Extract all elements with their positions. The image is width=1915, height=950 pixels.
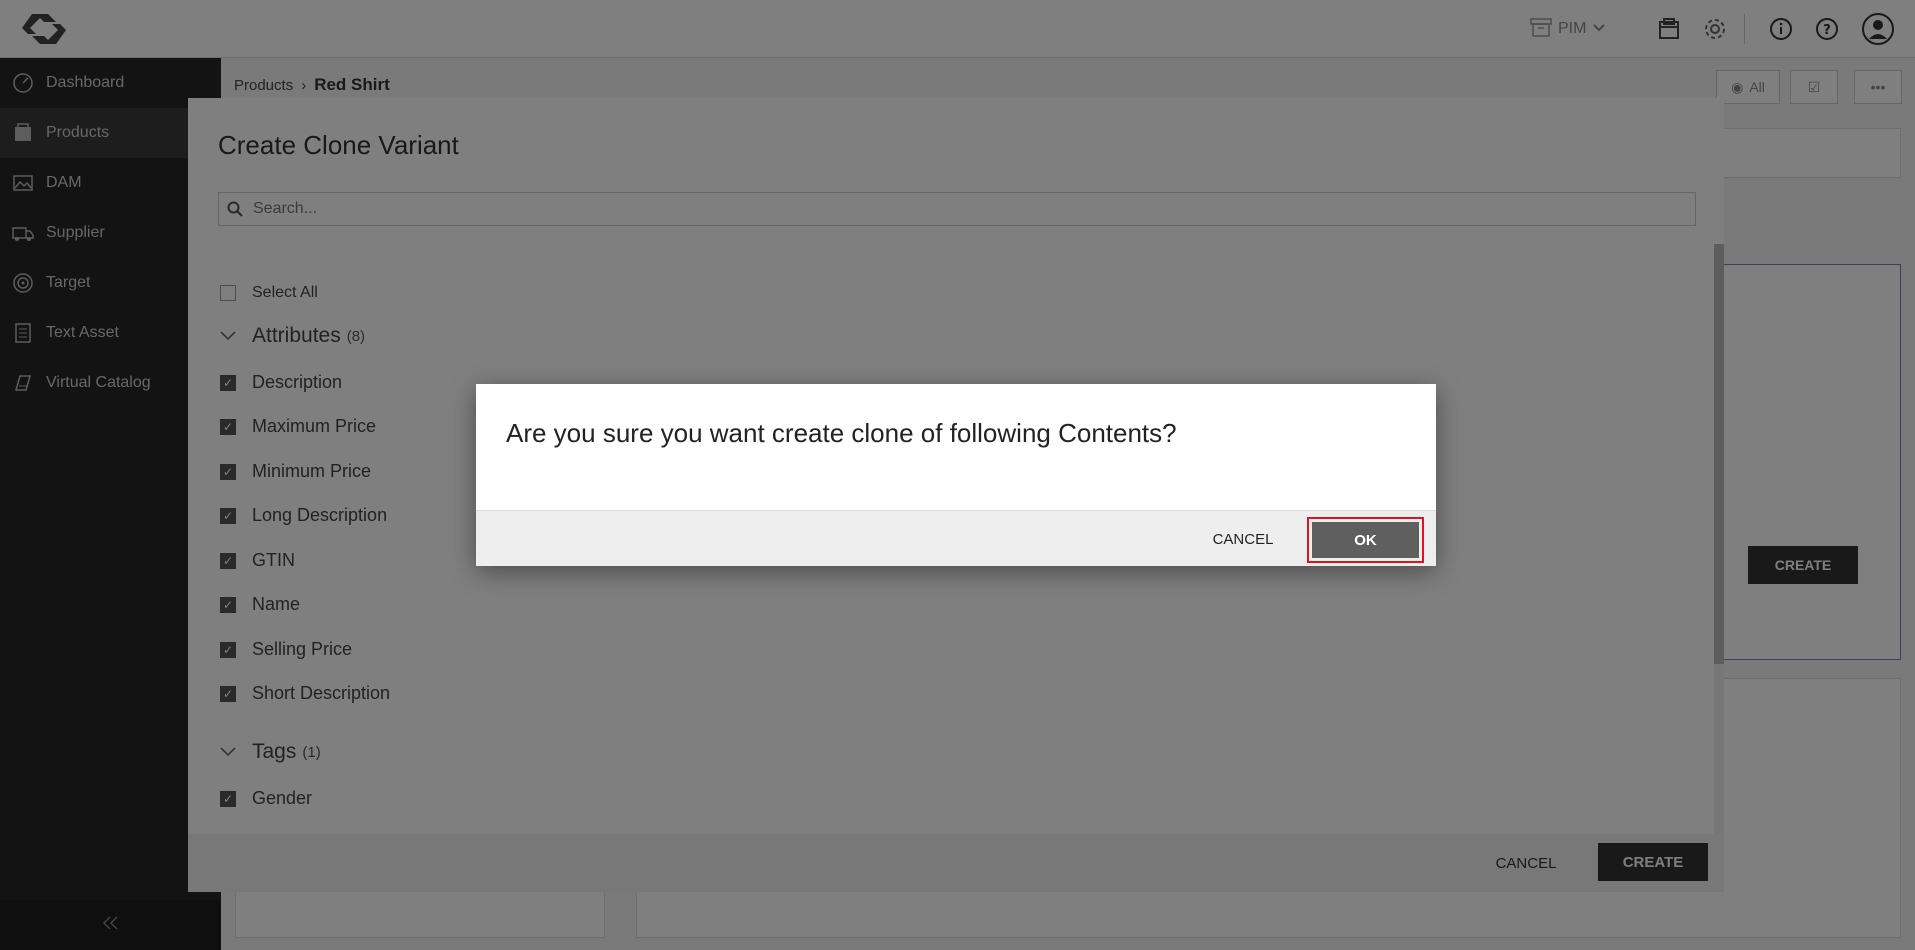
confirm-cancel-button[interactable]: CANCEL: [1198, 523, 1288, 555]
confirm-message: Are you sure you want create clone of fo…: [506, 418, 1177, 448]
ok-button-highlight: OK: [1307, 517, 1424, 563]
confirm-dialog: Are you sure you want create clone of fo…: [476, 384, 1436, 566]
confirm-footer: CANCEL OK: [476, 510, 1436, 566]
ok-button[interactable]: OK: [1312, 522, 1419, 558]
